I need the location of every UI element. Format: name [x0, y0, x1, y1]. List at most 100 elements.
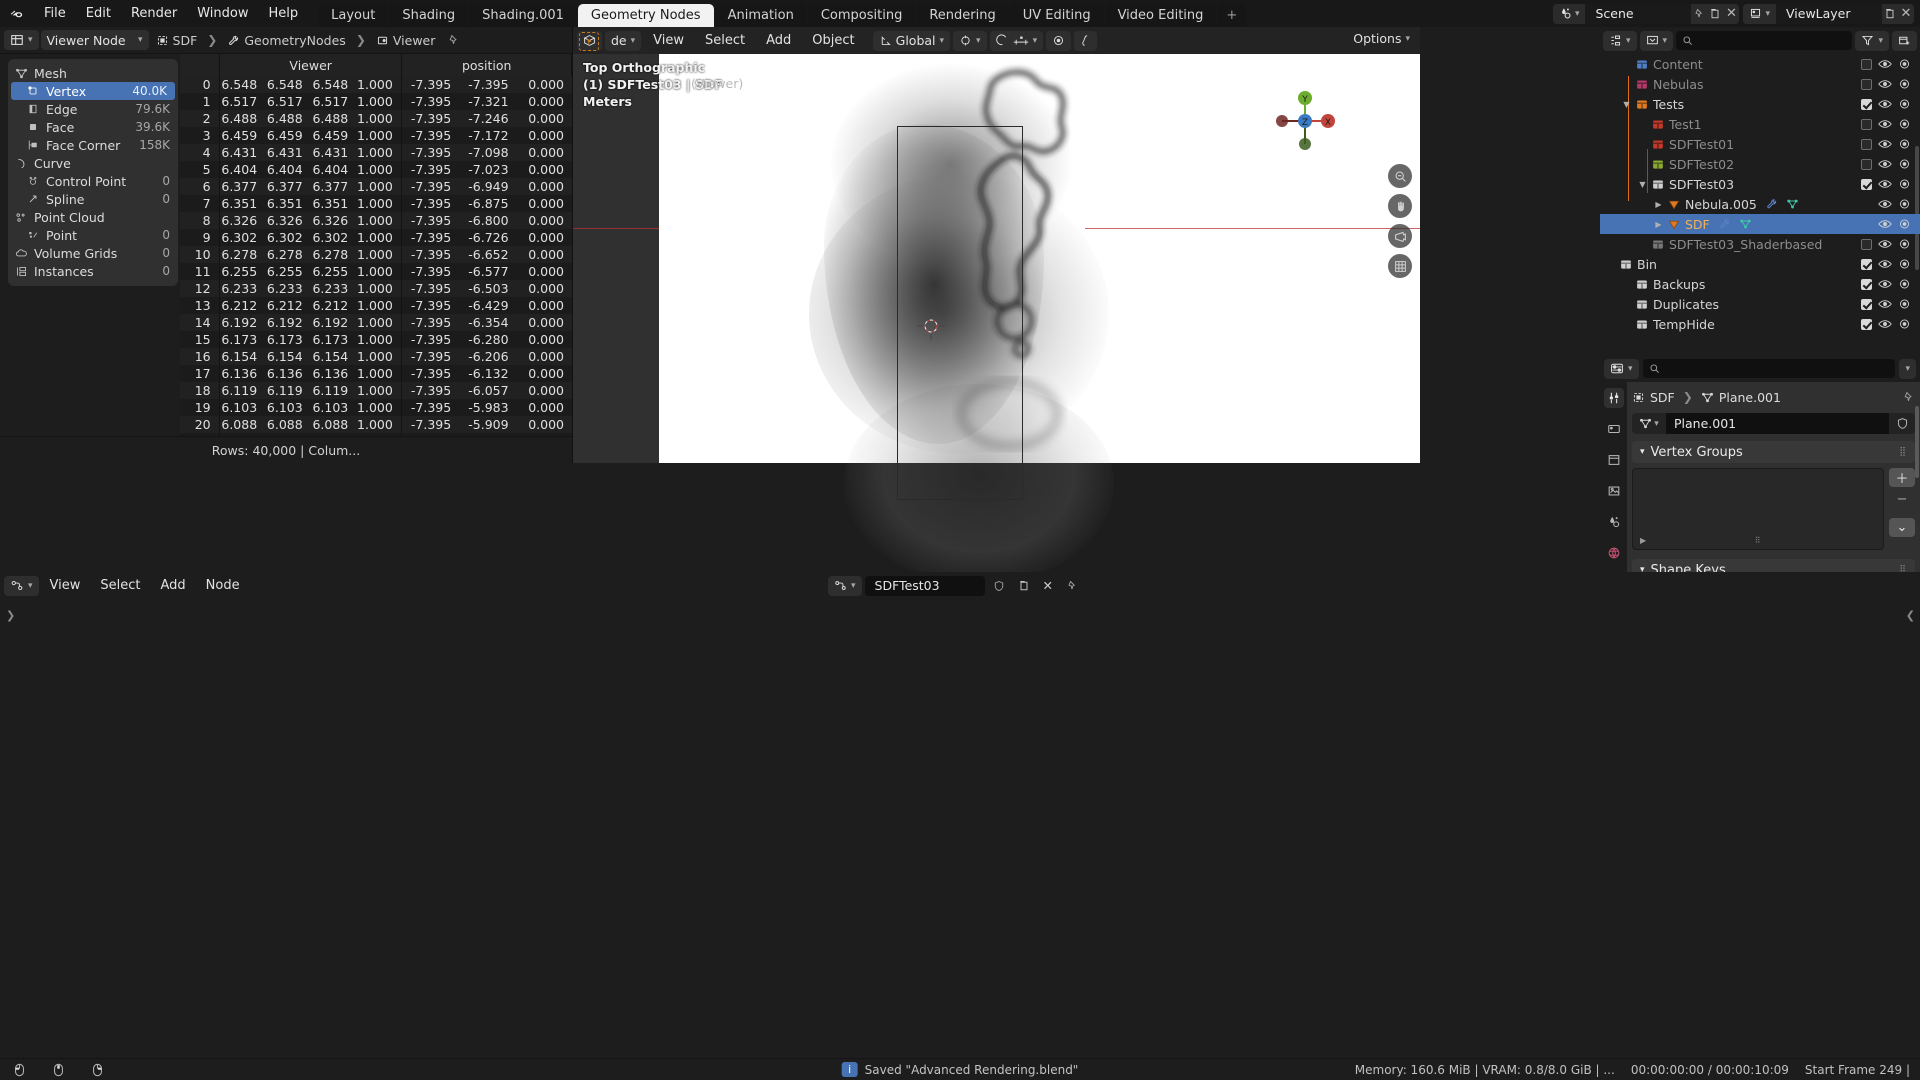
- blender-logo-icon[interactable]: [0, 5, 34, 23]
- render-visibility-icon[interactable]: [1898, 258, 1911, 270]
- workspace-tab-compositing[interactable]: Compositing: [807, 4, 916, 27]
- table-row[interactable]: 20 6.088 6.088 6.088 1.000 -7.395 -5.909 0.000: [180, 416, 572, 433]
- vertex-groups-list[interactable]: ▶ ⠿: [1632, 468, 1884, 550]
- render-visibility-icon[interactable]: [1898, 98, 1911, 110]
- exclude-collection-checkbox[interactable]: [1861, 158, 1872, 170]
- chevron-right-icon[interactable]: ▶: [1652, 220, 1665, 229]
- outliner-search-input[interactable]: [1676, 31, 1853, 50]
- table-row[interactable]: 11 6.255 6.255 6.255 1.000 -7.395 -6.577 0.000: [180, 263, 572, 280]
- scene-name[interactable]: Scene: [1585, 3, 1692, 24]
- editor-type-outliner-icon[interactable]: ▾: [1603, 30, 1637, 51]
- outliner-row-sdftest02[interactable]: SDFTest02: [1600, 154, 1920, 174]
- dataset-item-curve[interactable]: Curve: [8, 154, 178, 172]
- exclude-collection-checkbox[interactable]: [1861, 298, 1872, 310]
- outliner-row-bin[interactable]: Bin: [1600, 254, 1920, 274]
- workspace-tab-shading-001[interactable]: Shading.001: [469, 4, 577, 27]
- workspace-tab-video-editing[interactable]: Video Editing: [1104, 4, 1217, 27]
- menu-file[interactable]: File: [34, 0, 76, 27]
- node-menu-view[interactable]: View: [41, 572, 90, 599]
- table-row[interactable]: 10 6.278 6.278 6.278 1.000 -7.395 -6.652 0.000: [180, 246, 572, 263]
- snap-to-dropdown[interactable]: ▾: [953, 30, 987, 51]
- tweak-tool-icon[interactable]: [579, 32, 599, 51]
- node-tree-browse-icon[interactable]: ▾: [828, 575, 862, 596]
- workspace-tab-rendering[interactable]: Rendering: [916, 4, 1009, 27]
- vertex-group-specials-button[interactable]: ⌄: [1889, 518, 1915, 537]
- pan-hand-icon[interactable]: [1388, 194, 1412, 218]
- mesh-data-browse-icon[interactable]: ▾: [1632, 413, 1666, 434]
- render-visibility-icon[interactable]: [1898, 198, 1911, 210]
- visibility-eye-icon[interactable]: [1878, 99, 1892, 109]
- table-row[interactable]: 9 6.302 6.302 6.302 1.000 -7.395 -6.726 0.000: [180, 229, 572, 246]
- table-row[interactable]: 2 6.488 6.488 6.488 1.000 -7.395 -7.246 0.000: [180, 110, 572, 127]
- modifier-icon[interactable]: [1765, 198, 1778, 210]
- table-row[interactable]: 0 6.548 6.548 6.548 1.000 -7.395 -7.395 0.000: [180, 76, 572, 93]
- render-visibility-icon[interactable]: [1898, 218, 1911, 230]
- viewport-menu-add[interactable]: Add: [757, 27, 800, 54]
- sidebar-toggle-right-icon[interactable]: ❮: [1906, 609, 1915, 622]
- render-visibility-icon[interactable]: [1898, 158, 1911, 170]
- viewport-canvas[interactable]: Top Orthographic (1) SDFTest03 | SDF Met…: [573, 32, 1420, 584]
- outliner-row-nebula-005[interactable]: ▶ Nebula.005: [1600, 194, 1920, 214]
- sidebar-toggle-left-icon[interactable]: ❯: [6, 609, 15, 622]
- workspace-tab-layout[interactable]: Layout: [318, 4, 389, 27]
- table-row[interactable]: 8 6.326 6.326 6.326 1.000 -7.395 -6.800 0.000: [180, 212, 572, 229]
- table-row[interactable]: 19 6.103 6.103 6.103 1.000 -7.395 -5.983 0.000: [180, 399, 572, 416]
- viewlayer-selector[interactable]: ▾ ViewLayer ✕: [1743, 3, 1914, 24]
- menu-window[interactable]: Window: [187, 0, 258, 27]
- new-collection-icon[interactable]: [1892, 30, 1917, 51]
- workspace-tab-animation[interactable]: Animation: [714, 4, 807, 27]
- node-tree-name[interactable]: SDFTest03: [864, 575, 985, 596]
- table-row[interactable]: 13 6.212 6.212 6.212 1.000 -7.395 -6.429 0.000: [180, 297, 572, 314]
- fake-user-toggle-icon[interactable]: [1889, 413, 1915, 434]
- exclude-collection-checkbox[interactable]: [1861, 58, 1872, 70]
- delete-scene-icon[interactable]: ✕: [1723, 4, 1739, 24]
- visibility-eye-icon[interactable]: [1878, 319, 1892, 329]
- tab-output[interactable]: [1604, 450, 1624, 470]
- table-row[interactable]: 7 6.351 6.351 6.351 1.000 -7.395 -6.875 0.000: [180, 195, 572, 212]
- expand-filter-icon[interactable]: ▶: [1640, 536, 1646, 545]
- viewport-menu-select[interactable]: Select: [696, 27, 754, 54]
- outliner-row-temphide[interactable]: TempHide: [1600, 314, 1920, 334]
- exclude-collection-checkbox[interactable]: [1861, 138, 1872, 150]
- outliner-row-tests[interactable]: ▼ Tests: [1600, 94, 1920, 114]
- breadcrumb-data-name[interactable]: Plane.001: [1719, 390, 1781, 405]
- table-row[interactable]: 1 6.517 6.517 6.517 1.000 -7.395 -7.321 0.000: [180, 93, 572, 110]
- visibility-eye-icon[interactable]: [1878, 139, 1892, 149]
- outliner-row-sdftest01[interactable]: SDFTest01: [1600, 134, 1920, 154]
- outliner-row-content[interactable]: Content: [1600, 54, 1920, 74]
- viewport-menu-object[interactable]: Object: [803, 27, 863, 54]
- node-menu-add[interactable]: Add: [152, 572, 195, 599]
- table-row[interactable]: 12 6.233 6.233 6.233 1.000 -7.395 -6.503 0.000: [180, 280, 572, 297]
- visibility-eye-icon[interactable]: [1878, 219, 1892, 229]
- scene-selector[interactable]: ▾ Scene ✕: [1552, 3, 1740, 24]
- camera-view-icon[interactable]: [1388, 224, 1412, 248]
- tab-render[interactable]: [1604, 419, 1624, 439]
- navigation-gizmo[interactable]: Y X Z: [1274, 90, 1336, 152]
- zoom-icon[interactable]: [1388, 164, 1412, 188]
- visibility-eye-icon[interactable]: [1878, 259, 1892, 269]
- mesh-data-icon[interactable]: [1786, 198, 1799, 210]
- workspace-tab-add[interactable]: +: [1217, 4, 1247, 27]
- editor-type-spreadsheet-icon[interactable]: ▾: [4, 30, 39, 50]
- viewport-options-dropdown[interactable]: Options ▾: [1353, 31, 1410, 46]
- exclude-collection-checkbox[interactable]: [1861, 258, 1872, 270]
- exclude-collection-checkbox[interactable]: [1861, 98, 1872, 110]
- xray-toggle-button[interactable]: [1074, 30, 1098, 51]
- breadcrumb-object-name[interactable]: SDF: [1650, 390, 1675, 405]
- table-row[interactable]: 18 6.119 6.119 6.119 1.000 -7.395 -6.057 0.000: [180, 382, 572, 399]
- pin-properties-icon[interactable]: [1902, 391, 1915, 404]
- node-menu-select[interactable]: Select: [91, 572, 149, 599]
- render-visibility-icon[interactable]: [1898, 298, 1911, 310]
- render-visibility-icon[interactable]: [1898, 278, 1911, 290]
- properties-menu-icon[interactable]: ▾: [1899, 358, 1916, 379]
- pin-spreadsheet-icon[interactable]: [442, 30, 465, 50]
- outliner-row-duplicates[interactable]: Duplicates: [1600, 294, 1920, 314]
- viewlayer-name[interactable]: ViewLayer: [1776, 3, 1882, 24]
- interaction-mode-dropdown[interactable]: de ▾: [605, 30, 642, 51]
- visibility-eye-icon[interactable]: [1878, 239, 1892, 249]
- table-row[interactable]: 16 6.154 6.154 6.154 1.000 -7.395 -6.206 0.000: [180, 348, 572, 365]
- modifier-icon[interactable]: [1718, 218, 1731, 230]
- visibility-eye-icon[interactable]: [1878, 199, 1892, 209]
- visibility-eye-icon[interactable]: [1878, 79, 1892, 89]
- tab-view-layer[interactable]: [1604, 481, 1624, 501]
